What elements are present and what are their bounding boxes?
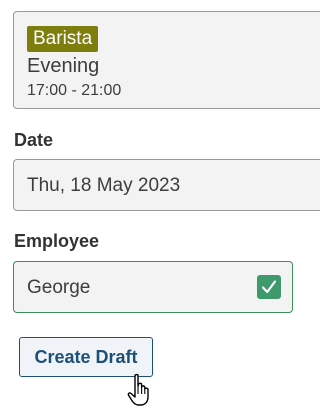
date-field[interactable]: Thu, 18 May 2023 bbox=[13, 159, 320, 211]
shift-name: Evening bbox=[27, 55, 100, 77]
shift-card: Barista Evening 17:00 - 21:00 bbox=[13, 11, 320, 109]
employee-field[interactable]: George bbox=[13, 261, 293, 313]
role-badge: Barista bbox=[27, 26, 99, 52]
check-icon bbox=[257, 275, 281, 299]
date-label: Date bbox=[14, 130, 54, 150]
date-value: Thu, 18 May 2023 bbox=[27, 175, 181, 196]
hand-cursor-icon bbox=[126, 373, 152, 407]
page: Barista Evening 17:00 - 21:00 Date Thu, … bbox=[0, 0, 320, 410]
create-draft-button[interactable]: Create Draft bbox=[19, 337, 153, 377]
shift-time: 17:00 - 21:00 bbox=[27, 82, 122, 99]
employee-value: George bbox=[27, 277, 91, 298]
employee-label: Employee bbox=[14, 231, 100, 251]
